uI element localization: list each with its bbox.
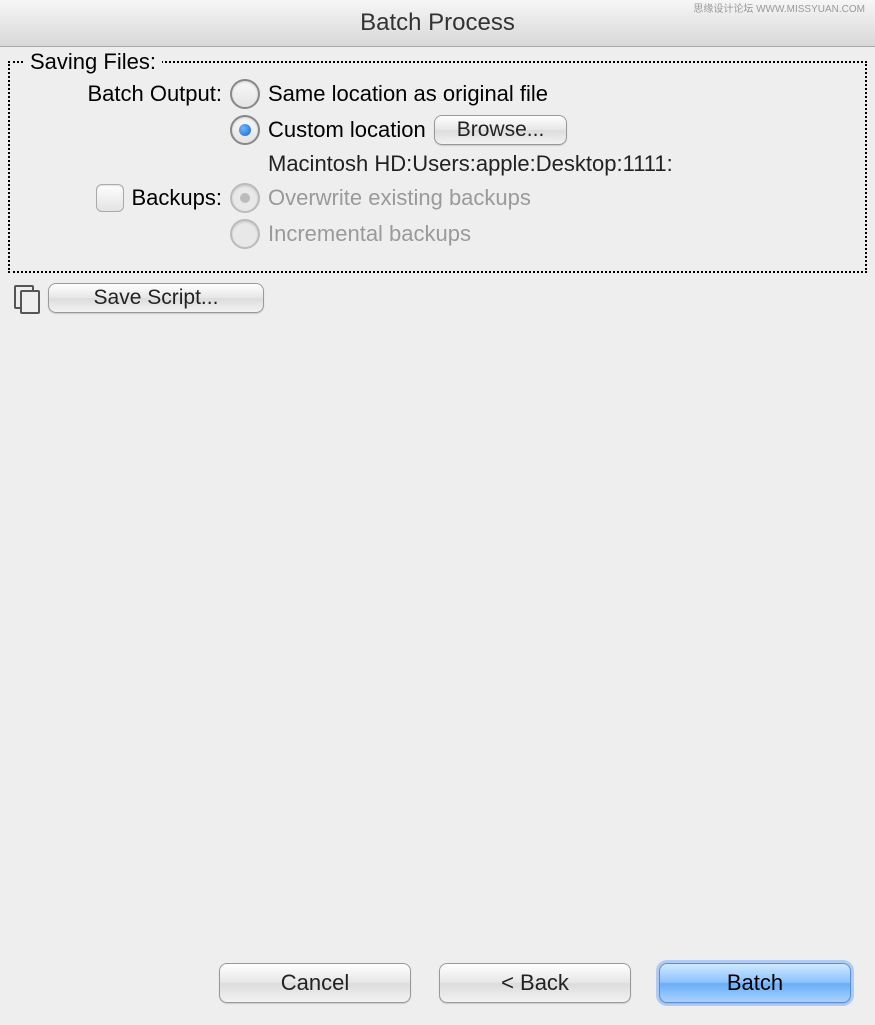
watermark-text: 思缘设计论坛 WWW.MISSYUAN.COM [693, 4, 865, 16]
radio-incremental-label: Incremental backups [268, 221, 471, 247]
save-script-row: Save Script... [14, 283, 867, 313]
radio-same-location[interactable] [230, 79, 260, 109]
fieldset-legend: Saving Files: [24, 49, 162, 75]
saving-files-fieldset: Saving Files: Batch Output: Same locatio… [8, 61, 867, 273]
footer-buttons: Cancel < Back Batch [24, 963, 851, 1003]
backups-label: Backups: [132, 185, 223, 211]
cancel-button[interactable]: Cancel [219, 963, 411, 1003]
backups-row-2: Incremental backups [22, 219, 853, 249]
radio-overwrite-backups [230, 183, 260, 213]
content-area: Saving Files: Batch Output: Same locatio… [0, 47, 875, 313]
radio-same-location-label[interactable]: Same location as original file [268, 81, 548, 107]
batch-output-label: Batch Output: [22, 81, 230, 107]
batch-process-window: Batch Process 思缘设计论坛 WWW.MISSYUAN.COM Sa… [0, 0, 875, 1025]
batch-output-row-1: Batch Output: Same location as original … [22, 79, 853, 109]
batch-output-row-2: Custom location Browse... [22, 115, 853, 145]
custom-location-path: Macintosh HD:Users:apple:Desktop:1111: [268, 151, 673, 177]
batch-button[interactable]: Batch [659, 963, 851, 1003]
save-script-button[interactable]: Save Script... [48, 283, 264, 313]
window-title: Batch Process [360, 9, 515, 36]
radio-custom-location-label[interactable]: Custom location [268, 117, 426, 143]
backups-row-1: Backups: Overwrite existing backups [22, 183, 853, 213]
radio-custom-location[interactable] [230, 115, 260, 145]
browse-button[interactable]: Browse... [434, 115, 568, 145]
backups-checkbox[interactable] [96, 184, 124, 212]
back-button[interactable]: < Back [439, 963, 631, 1003]
radio-overwrite-label: Overwrite existing backups [268, 185, 531, 211]
titlebar: Batch Process 思缘设计论坛 WWW.MISSYUAN.COM [0, 0, 875, 47]
radio-incremental-backups [230, 219, 260, 249]
path-row: Macintosh HD:Users:apple:Desktop:1111: [22, 151, 853, 177]
documents-icon [14, 285, 38, 311]
